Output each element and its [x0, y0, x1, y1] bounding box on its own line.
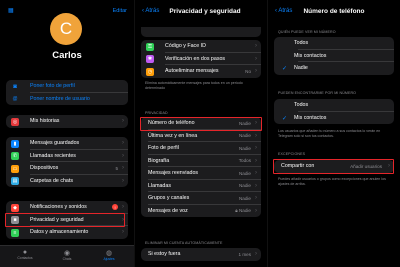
highlight-share-with: [273, 159, 394, 174]
section-find-header: PUEDEN ENCONTRARME POR MI NÚMERO: [278, 91, 357, 95]
voice-value: 🔒︎ Nadie: [235, 208, 251, 213]
bell-icon: ◆: [11, 203, 19, 212]
person-icon: ●: [22, 249, 28, 256]
highlight-phone-number: [140, 117, 262, 131]
stories-icon: ◎: [11, 117, 19, 126]
chevron-right-icon: ›: [255, 55, 257, 62]
chevron-right-icon: ›: [122, 204, 124, 210]
phone-icon: ✆: [11, 152, 19, 160]
database-icon: ≡: [11, 228, 19, 237]
who-sees-card: Todos Mis contactos ✓ Nadie: [274, 37, 394, 75]
settings-panel: ▦ Editar C Carlos ◙ Poner foto de perfil …: [0, 0, 134, 267]
option-everyone[interactable]: Todos: [274, 37, 394, 50]
alert-badge: !: [112, 204, 118, 210]
bookmark-icon: ▮: [11, 139, 19, 148]
folder-icon: ▤: [11, 177, 19, 185]
highlight-privacy: [5, 213, 125, 227]
saved-messages-row[interactable]: ▮ Mensajes guardados ›: [6, 137, 128, 150]
who-finds-card: Todos ✓ Mis contactos: [274, 99, 394, 124]
data-storage-row[interactable]: ≡ Datos y almacenamiento ›: [6, 226, 128, 239]
find-option-my-contacts[interactable]: ✓ Mis contactos: [274, 112, 394, 125]
profile-name: Carlos: [52, 50, 82, 61]
page-title: Privacidad y seguridad: [169, 8, 241, 15]
qr-icon[interactable]: ▦: [8, 7, 14, 14]
section-who-sees-header: QUIÉN PUEDE VER MI NÚMERO: [278, 30, 336, 34]
option-my-contacts[interactable]: Mis contactos: [274, 50, 394, 63]
profile-actions-card: ◙ Poner foto de perfil @ Poner nombre de u…: [6, 80, 128, 105]
last-seen-row[interactable]: Última vez y en línea Nadie ›: [141, 130, 261, 143]
checkmark-icon: ✓: [282, 66, 288, 72]
tab-chats[interactable]: ◉ Chats: [52, 249, 82, 261]
two-step-row[interactable]: ✱ Verificación en dos pasos ›: [141, 53, 261, 66]
checkmark-icon: ✓: [282, 115, 288, 122]
chevron-right-icon: ›: [255, 182, 257, 189]
find-note: Los usuarios que añaden tu número a sus …: [278, 129, 381, 138]
devices-row[interactable]: ▭ Dispositivos 5 ›: [6, 162, 128, 175]
chevron-right-icon: ›: [255, 170, 257, 176]
timer-icon: ◷: [146, 67, 154, 76]
edit-button[interactable]: Editar: [113, 8, 127, 14]
camera-icon: ◙: [13, 83, 17, 90]
passcode-row[interactable]: ⚿ Código y Face ID ›: [141, 40, 261, 53]
key-icon: ⚿: [146, 42, 154, 51]
privacy-panel: ‹ Atrás Privacidad y seguridad ⚿ Código y…: [134, 0, 267, 267]
if-away-row[interactable]: Si estoy fuera 1 mes ›: [141, 248, 261, 261]
page-title: Número de teléfono: [303, 8, 365, 15]
share-note: Puedes añadir usuarios o grupos como exc…: [278, 177, 386, 186]
blocked-row-partial[interactable]: [141, 27, 261, 37]
chevron-right-icon: ›: [122, 140, 124, 146]
chevron-right-icon: ›: [255, 251, 257, 257]
at-icon: @: [12, 96, 18, 102]
groups-channels-row[interactable]: Grupos y canales Nadie ›: [141, 192, 261, 205]
chevron-right-icon: ›: [255, 68, 257, 74]
section-delete-header: ELIMINAR MI CUENTA AUTOMÁTICAMENTE: [145, 241, 223, 245]
chevron-right-icon: ›: [255, 195, 257, 201]
calls-row[interactable]: Llamadas Nadie ›: [141, 180, 261, 193]
tab-contacts[interactable]: ● Contactos: [10, 249, 40, 260]
tab-settings[interactable]: ◍ Ajustes: [94, 249, 124, 261]
devices-count: 5: [115, 165, 118, 171]
find-option-everyone[interactable]: Todos: [274, 99, 394, 112]
profile-photo-row[interactable]: Foto de perfil Nadie ›: [141, 142, 261, 155]
stories-card: ◎ Mis historias ›: [6, 115, 128, 128]
bio-row[interactable]: Biografía Todos ›: [141, 155, 261, 168]
chevron-right-icon: ›: [255, 157, 257, 164]
chevron-right-icon: ›: [255, 132, 257, 139]
recent-calls-row[interactable]: ✆ Llamadas recientes ›: [6, 150, 128, 163]
avatar-tab-icon: ◍: [105, 250, 113, 257]
delete-account-card: Si estoy fuera 1 mes ›: [141, 248, 261, 261]
chat-bubble-icon: ◉: [63, 250, 71, 257]
chevron-right-icon: ›: [255, 207, 257, 214]
chevron-right-icon: ›: [122, 118, 124, 124]
set-username-row[interactable]: @ Poner nombre de usuario: [6, 93, 128, 106]
chevron-right-icon: ›: [122, 177, 124, 184]
phone-number-panel: ‹ Atrás Número de teléfono QUIÉN PUEDE V…: [267, 0, 400, 267]
section-privacy-header: PRIVACIDAD: [145, 111, 168, 115]
notifications-row[interactable]: ◆ Notificaciones y sonidos! ›: [6, 201, 128, 214]
chevron-right-icon: ›: [255, 43, 257, 49]
section-exceptions-header: EXCEPCIONES: [278, 152, 306, 156]
set-photo-row[interactable]: ◙ Poner foto de perfil: [6, 80, 128, 93]
autodelete-row[interactable]: ◷ Autoeliminar mensajes No ›: [141, 65, 261, 78]
tab-bar: ● Contactos ◉ Chats ◍ Ajustes: [0, 245, 134, 267]
chevron-right-icon: ›: [122, 229, 124, 235]
chevron-right-icon: ›: [255, 145, 257, 151]
devices-icon: ▭: [11, 164, 19, 173]
shield-key-icon: ✱: [146, 55, 154, 63]
my-stories-row[interactable]: ◎ Mis historias ›: [6, 115, 128, 128]
chat-folders-row[interactable]: ▤ Carpetas de chats ›: [6, 175, 128, 188]
privacy-options-card: Número de teléfono Nadie › Última vez y en…: [141, 117, 261, 217]
security-card: ⚿ Código y Face ID › ✱ Verificación en dos …: [141, 40, 261, 78]
forwarded-messages-row[interactable]: Mensajes reenviados Nadie ›: [141, 167, 261, 180]
chevron-right-icon: ›: [122, 152, 124, 159]
autodelete-note: Elimina automáticamente mensajes para to…: [145, 81, 243, 90]
chevron-right-icon: ›: [122, 165, 124, 171]
main-settings-card: ▮ Mensajes guardados › ✆ Llamadas recientes…: [6, 137, 128, 187]
voice-messages-row[interactable]: Mensajes de voz 🔒︎ Nadie ›: [141, 205, 261, 218]
avatar[interactable]: C: [50, 13, 82, 45]
option-nobody[interactable]: ✓ Nadie: [274, 62, 394, 75]
